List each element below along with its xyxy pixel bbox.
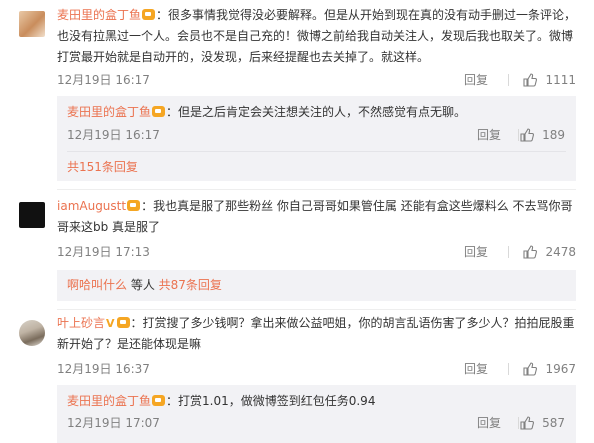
reply-button[interactable]: 回复 [464, 360, 488, 378]
reply-body: ：打赏1.01，做微博签到红包任务0.94 [166, 394, 376, 408]
divider [67, 151, 566, 152]
summary-text: 等人 [127, 278, 159, 292]
reply-text: 麦田里的盒丁鱼 ：但是之后肯定会关注想关注的人，不然感觉有点无聊。 [67, 102, 567, 122]
reply-box: 麦田里的盒丁鱼 ：打赏1.01，做微博签到红包任务0.94 12月19日 17:0… [57, 385, 576, 443]
username-link[interactable]: 叶上砂言 [57, 316, 105, 330]
timestamp: 12月19日 17:13 [57, 245, 150, 259]
timestamp: 12月19日 16:17 [57, 73, 150, 87]
more-replies-link[interactable]: 共151条回复 [67, 158, 138, 176]
avatar[interactable] [19, 202, 45, 228]
divider [518, 129, 519, 141]
thumbs-up-icon [520, 128, 535, 142]
username-link[interactable]: 啊哈叫什么 [67, 278, 127, 292]
divider [57, 189, 576, 190]
like-button[interactable]: 587 [520, 414, 565, 432]
thumbs-up-icon [523, 362, 538, 376]
verified-v-icon[interactable]: V [106, 313, 115, 334]
like-count: 1111 [545, 73, 576, 87]
reply-meta: 12月19日 17:07 回复 587 [67, 414, 576, 432]
reply-text: 麦田里的盒丁鱼 ：打赏1.01，做微博签到红包任务0.94 [67, 391, 567, 411]
comment-body: ：打赏搜了多少钱啊？拿出来做公益吧姐，你的胡言乱语伤害了多少人？拍拍屁股重新开始… [57, 316, 575, 351]
divider [57, 309, 576, 310]
reply-button[interactable]: 回复 [464, 71, 488, 89]
reply-body: ：但是之后肯定会关注想关注的人，不然感觉有点无聊。 [166, 105, 467, 119]
thumbs-up-icon [523, 73, 538, 87]
more-replies-link[interactable]: 共87条回复 [159, 278, 222, 292]
like-count: 189 [542, 128, 565, 142]
username-link[interactable]: 麦田里的盒丁鱼 [67, 394, 151, 408]
avatar[interactable] [19, 11, 45, 37]
comment-text: iamAugustt ：我也真是服了那些粉丝 你自己哥哥如果管住属 还能有盒这些爆… [57, 196, 577, 238]
divider [508, 246, 509, 258]
reply-meta: 12月19日 16:17 回复 189 [67, 126, 576, 144]
username-link[interactable]: 麦田里的盒丁鱼 [67, 105, 151, 119]
reply-button[interactable]: 回复 [477, 126, 501, 144]
timestamp: 12月19日 16:17 [67, 128, 160, 142]
like-count: 1967 [545, 362, 576, 376]
divider [518, 417, 519, 429]
member-badge-icon[interactable] [127, 200, 141, 211]
comment-text: 麦田里的盒丁鱼 ：很多事情我觉得没必要解释。但是从开始到现在真的没有动手删过一条评… [57, 5, 577, 68]
like-button[interactable]: 1111 [523, 71, 576, 89]
comment-meta: 12月19日 16:17 回复 1111 [57, 71, 576, 89]
reply-button[interactable]: 回复 [477, 414, 501, 432]
username-link[interactable]: 麦田里的盒丁鱼 [57, 8, 141, 22]
like-button[interactable]: 1967 [523, 360, 576, 378]
member-badge-icon[interactable] [142, 9, 156, 20]
like-button[interactable]: 2478 [523, 243, 576, 261]
like-count: 587 [542, 416, 565, 430]
like-button[interactable]: 189 [520, 126, 565, 144]
thumbs-up-icon [523, 245, 538, 259]
comment-meta: 12月19日 16:37 回复 1967 [57, 360, 576, 378]
reply-box: 麦田里的盒丁鱼 ：但是之后肯定会关注想关注的人，不然感觉有点无聊。 12月19日 … [57, 96, 576, 181]
comment-meta: 12月19日 17:13 回复 2478 [57, 243, 576, 261]
avatar[interactable] [19, 320, 45, 346]
like-count: 2478 [545, 245, 576, 259]
reply-summary: 啊哈叫什么 等人 共87条回复 [67, 275, 567, 295]
member-badge-icon[interactable] [116, 317, 130, 328]
timestamp: 12月19日 16:37 [57, 362, 150, 376]
comment-text: 叶上砂言V ：打赏搜了多少钱啊？拿出来做公益吧姐，你的胡言乱语伤害了多少人？拍拍屁… [57, 313, 577, 355]
divider [508, 74, 509, 86]
timestamp: 12月19日 17:07 [67, 416, 160, 430]
reply-box: 啊哈叫什么 等人 共87条回复 [57, 270, 576, 301]
thumbs-up-icon [520, 416, 535, 430]
member-badge-icon[interactable] [152, 106, 166, 117]
divider [508, 363, 509, 375]
reply-button[interactable]: 回复 [464, 243, 488, 261]
member-badge-icon[interactable] [152, 395, 166, 406]
username-link[interactable]: iamAugustt [57, 199, 126, 213]
